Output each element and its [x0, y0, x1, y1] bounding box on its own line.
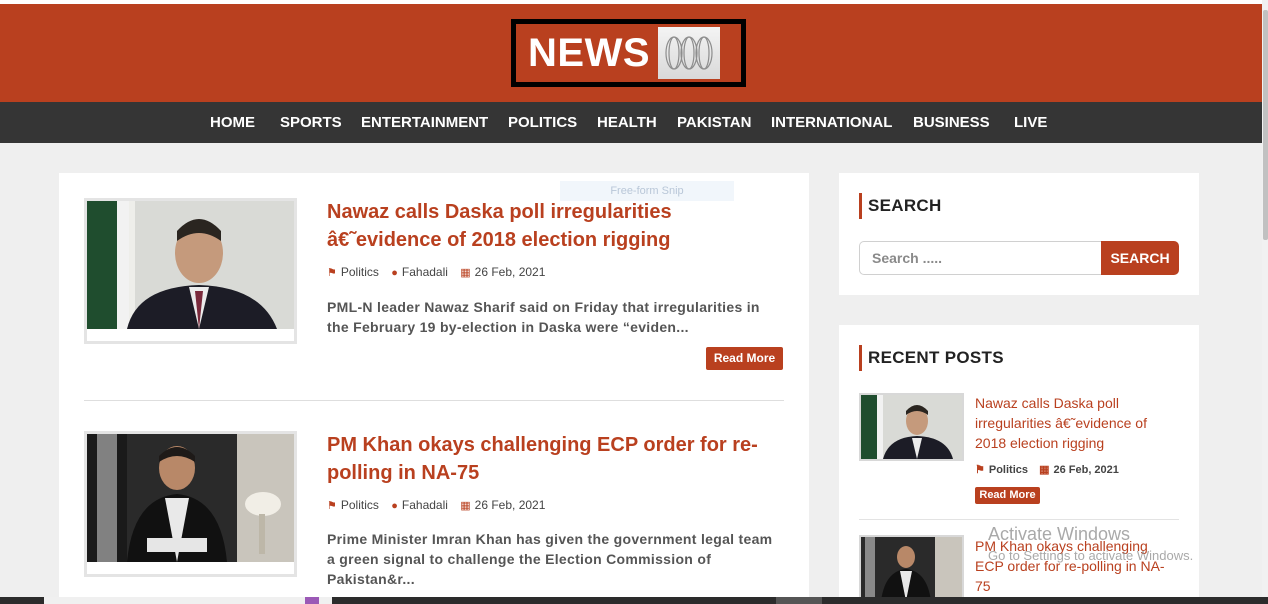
activate-windows-subtext: Go to Settings to activate Windows.: [988, 548, 1194, 563]
taskbar-app-icon[interactable]: [305, 597, 319, 604]
nav-politics[interactable]: POLITICS: [508, 102, 577, 143]
post-excerpt: PML-N leader Nawaz Sharif said on Friday…: [327, 299, 760, 335]
recent-divider: [859, 519, 1179, 520]
os-taskbar: [0, 597, 1268, 604]
nav-live[interactable]: LIVE: [1014, 102, 1047, 143]
post-meta: ⚑ Politics ● Fahadali ▦ 26 Feb, 2021: [327, 498, 554, 512]
post-date: 26 Feb, 2021: [474, 265, 546, 279]
recent-posts-heading: RECENT POSTS: [859, 345, 1004, 371]
nav-international[interactable]: INTERNATIONAL: [771, 102, 892, 143]
tags-icon: ⚑: [327, 267, 337, 279]
post-meta: ⚑ Politics ● Fahadali ▦ 26 Feb, 2021: [327, 265, 554, 279]
recent-post-date: 26 Feb, 2021: [1053, 464, 1119, 476]
nav-pakistan[interactable]: PAKISTAN: [677, 102, 751, 143]
site-logo[interactable]: NEWS: [511, 19, 746, 87]
calendar-icon: ▦: [460, 500, 471, 512]
logo-text: NEWS: [528, 30, 650, 75]
nav-business[interactable]: BUSINESS: [913, 102, 990, 143]
nav-sports[interactable]: SPORTS: [280, 102, 342, 143]
calendar-icon: ▦: [460, 267, 471, 279]
post-excerpt: Prime Minister Imran Khan has given the …: [327, 531, 773, 587]
nav-home[interactable]: HOME: [210, 102, 255, 143]
post-author[interactable]: Fahadali: [402, 265, 448, 279]
recent-post-category[interactable]: Politics: [989, 464, 1028, 476]
recent-post-title[interactable]: Nawaz calls Daska poll irregularities â€…: [975, 393, 1175, 453]
scrollbar-thumb[interactable]: [1263, 10, 1268, 240]
taskbar-app[interactable]: [44, 597, 332, 604]
recent-post-thumbnail[interactable]: [859, 535, 964, 603]
search-button[interactable]: SEARCH: [1101, 241, 1179, 275]
news-network-logo-icon: [658, 27, 720, 79]
imran-khan-photo: [87, 434, 294, 562]
recent-post-meta: ⚑ Politics ▦ 26 Feb, 2021: [975, 463, 1119, 476]
post-author[interactable]: Fahadali: [402, 498, 448, 512]
taskbar-app[interactable]: [776, 597, 822, 604]
user-icon: ●: [391, 500, 398, 512]
search-heading: SEARCH: [859, 193, 942, 219]
search-input[interactable]: [859, 241, 1102, 275]
recent-post-thumbnail[interactable]: [859, 393, 964, 461]
recent-read-more-button[interactable]: Read More: [975, 487, 1040, 504]
post-title[interactable]: PM Khan okays challenging ECP order for …: [327, 431, 787, 487]
post-thumbnail[interactable]: [84, 431, 297, 577]
nawaz-sharif-photo: [87, 201, 294, 329]
post-category[interactable]: Politics: [341, 498, 379, 512]
post-title[interactable]: Nawaz calls Daska poll irregularities â€…: [327, 198, 787, 254]
post-thumbnail[interactable]: [84, 198, 297, 344]
search-widget: [839, 173, 1199, 295]
tags-icon: ⚑: [975, 464, 985, 476]
read-more-button[interactable]: Read More: [706, 347, 783, 370]
nav-health[interactable]: HEALTH: [597, 102, 657, 143]
main-navigation: HOME SPORTS ENTERTAINMENT POLITICS HEALT…: [0, 102, 1262, 143]
user-icon: ●: [391, 267, 398, 279]
post-divider: [84, 400, 784, 401]
nav-entertainment[interactable]: ENTERTAINMENT: [361, 102, 488, 143]
post-category[interactable]: Politics: [341, 265, 379, 279]
tags-icon: ⚑: [327, 500, 337, 512]
recent-post-title[interactable]: PM Khan okays challenging ECP order for …: [975, 536, 1175, 596]
activate-windows-watermark: Activate Windows: [988, 524, 1131, 544]
post-date: 26 Feb, 2021: [474, 498, 546, 512]
calendar-icon: ▦: [1039, 464, 1050, 476]
site-header: NEWS: [0, 4, 1262, 102]
